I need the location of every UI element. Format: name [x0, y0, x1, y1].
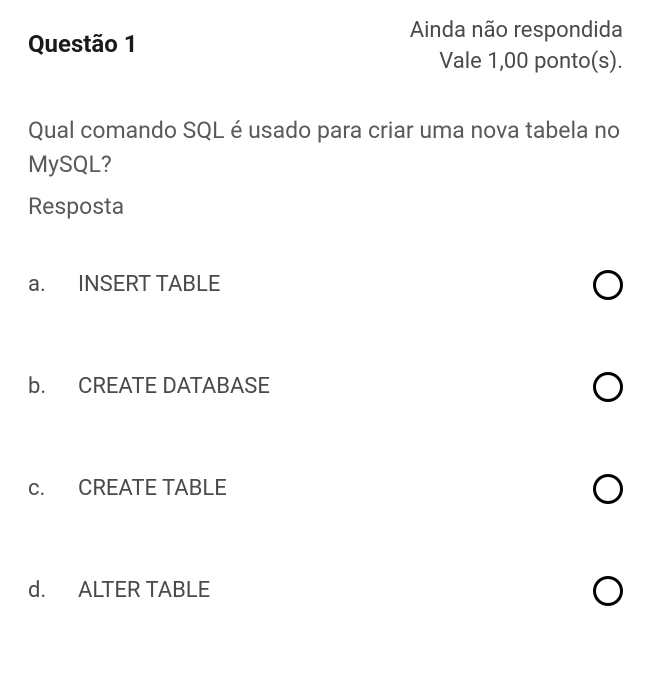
option-left: d. ALTER TABLE	[28, 578, 210, 603]
radio-icon[interactable]	[593, 576, 623, 606]
question-text: Qual comando SQL é usado para criar uma …	[28, 114, 623, 183]
radio-icon[interactable]	[593, 372, 623, 402]
option-text: ALTER TABLE	[78, 578, 210, 603]
option-text: CREATE DATABASE	[78, 374, 270, 399]
option-c[interactable]: c. CREATE TABLE	[28, 474, 623, 504]
option-letter: a.	[28, 272, 78, 297]
option-text: INSERT TABLE	[78, 272, 220, 297]
option-text: CREATE TABLE	[78, 476, 227, 501]
radio-icon[interactable]	[593, 270, 623, 300]
radio-icon[interactable]	[593, 474, 623, 504]
option-b[interactable]: b. CREATE DATABASE	[28, 372, 623, 402]
status-not-answered: Ainda não respondida	[410, 16, 623, 47]
status-block: Ainda não respondida Vale 1,00 ponto(s).	[410, 16, 623, 78]
option-left: b. CREATE DATABASE	[28, 374, 270, 399]
option-a[interactable]: a. INSERT TABLE	[28, 270, 623, 300]
question-title: Questão 1	[28, 30, 138, 58]
option-letter: d.	[28, 578, 78, 603]
question-header: Questão 1 Ainda não respondida Vale 1,00…	[28, 16, 623, 78]
option-d[interactable]: d. ALTER TABLE	[28, 576, 623, 606]
option-left: a. INSERT TABLE	[28, 272, 220, 297]
status-points: Vale 1,00 ponto(s).	[410, 47, 623, 78]
answer-label: Resposta	[28, 193, 623, 220]
option-letter: c.	[28, 476, 78, 501]
option-letter: b.	[28, 374, 78, 399]
option-left: c. CREATE TABLE	[28, 476, 227, 501]
